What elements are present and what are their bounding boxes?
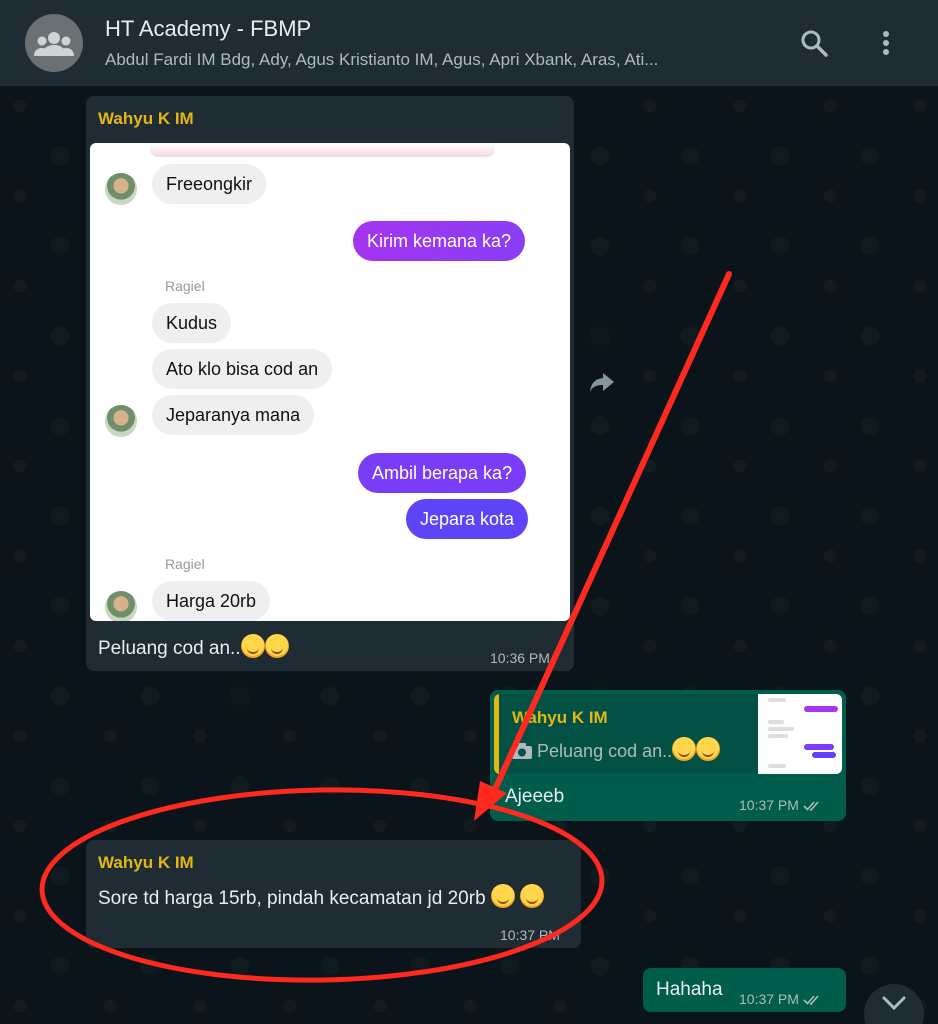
chat-bubble: Kudus (152, 303, 232, 343)
camera-icon (512, 743, 532, 764)
contact-avatar (105, 405, 137, 437)
quote-bar (494, 694, 499, 774)
message-time: 10:37 PM (739, 991, 823, 1009)
smile-emoji-icon (490, 884, 515, 908)
message-time: 10:36 PM (490, 650, 550, 666)
chat-bubble: Ambil berapa ka? (358, 453, 527, 493)
group-members[interactable]: Abdul Fardi IM Bdg, Ady, Agus Kristianto… (105, 50, 755, 70)
caption-text: Peluang cod an.. (98, 638, 241, 659)
search-icon[interactable] (797, 26, 831, 60)
contact-avatar (105, 173, 137, 205)
smile-emoji-icon (696, 737, 721, 761)
smile-emoji-icon (264, 634, 289, 658)
contact-name: Ragiel (165, 556, 205, 572)
quoted-caption: Peluang cod an.. (537, 741, 673, 761)
screenshot-image[interactable]: Freeongkir Kirim kemana ka? Ragiel Kudus… (90, 143, 570, 621)
chat-bubble: Ato klo bisa cod an (152, 349, 333, 389)
message-time: 10:37 PM (500, 927, 560, 943)
smile-emoji-icon (672, 737, 697, 761)
message-caption: Peluang cod an.. (98, 634, 289, 660)
chat-bubble: Freeongkir (152, 164, 267, 204)
smile-emoji-icon (240, 634, 265, 658)
message-text-wrap: Sore td harga 15rb, pindah kecamatan jd … (98, 884, 568, 914)
sender-name[interactable]: Wahyu K IM (98, 109, 194, 129)
quoted-text: Peluang cod an.. (512, 737, 721, 764)
read-ticks-icon (803, 993, 823, 1009)
chat-header[interactable]: HT Academy - FBMP Abdul Fardi IM Bdg, Ad… (0, 0, 938, 86)
time-text: 10:37 PM (739, 797, 799, 813)
message-text: Hahaha (656, 979, 723, 1000)
contact-avatar (105, 591, 137, 621)
chat-bubble: Jeparanya mana (152, 395, 315, 435)
contact-name: Ragiel (165, 278, 205, 294)
menu-icon[interactable] (869, 26, 903, 60)
quoted-message[interactable]: Wahyu K IM Peluang cod an.. (494, 694, 842, 774)
image-crop-edge (150, 143, 495, 157)
message-text: Sore td harga 15rb, pindah kecamatan jd … (98, 888, 486, 909)
chevron-down-icon (882, 996, 906, 1024)
read-ticks-icon (803, 799, 823, 815)
forward-icon[interactable] (587, 367, 617, 397)
chat-bubble: Kirim kemana ka? (353, 221, 526, 261)
message-time: 10:37 PM (739, 797, 823, 815)
chat-bubble: Harga 20rb (152, 581, 271, 621)
group-avatar-icon[interactable] (25, 14, 83, 72)
quoted-sender: Wahyu K IM (512, 708, 608, 727)
time-text: 10:37 PM (739, 991, 799, 1007)
chat-bubble: Jepara kota (406, 499, 529, 539)
message-text: Ajeeeb (505, 786, 565, 807)
sender-name[interactable]: Wahyu K IM (98, 853, 194, 873)
smile-emoji-icon (520, 884, 545, 908)
group-title[interactable]: HT Academy - FBMP (105, 16, 311, 42)
quote-thumbnail (758, 694, 842, 774)
